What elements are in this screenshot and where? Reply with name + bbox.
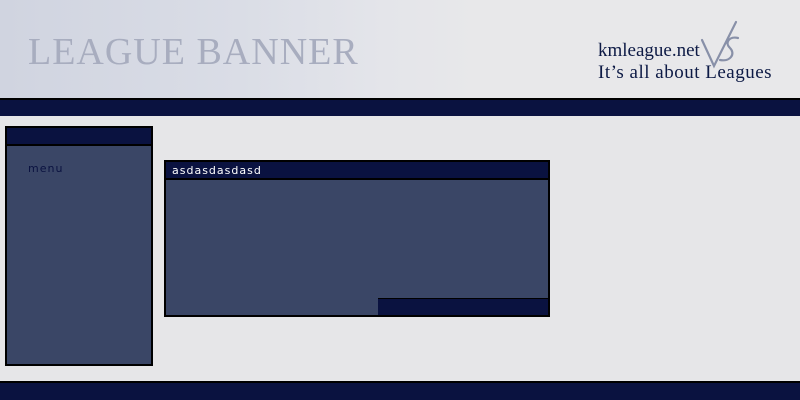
- top-nav-bar: [0, 98, 800, 116]
- site-name: kmleague.net: [598, 40, 700, 61]
- panel-header: asdasdasdasd: [166, 162, 548, 180]
- site-tagline: It’s all about Leagues: [598, 62, 773, 83]
- content-panel: asdasdasdasd: [164, 160, 550, 317]
- sidebar-header: [7, 128, 151, 146]
- sidebar-menu-box: menu: [5, 126, 153, 366]
- panel-footer: [378, 298, 548, 315]
- banner-title: LEAGUE BANNER: [28, 31, 359, 73]
- header-banner: LEAGUE BANNER kmleague.net It’s all abou…: [0, 0, 800, 98]
- panel-title: asdasdasdasd: [172, 164, 262, 177]
- sidebar-menu-link[interactable]: menu: [28, 162, 63, 175]
- footer-bar: [0, 381, 800, 400]
- page: LEAGUE BANNER kmleague.net It’s all abou…: [0, 0, 800, 400]
